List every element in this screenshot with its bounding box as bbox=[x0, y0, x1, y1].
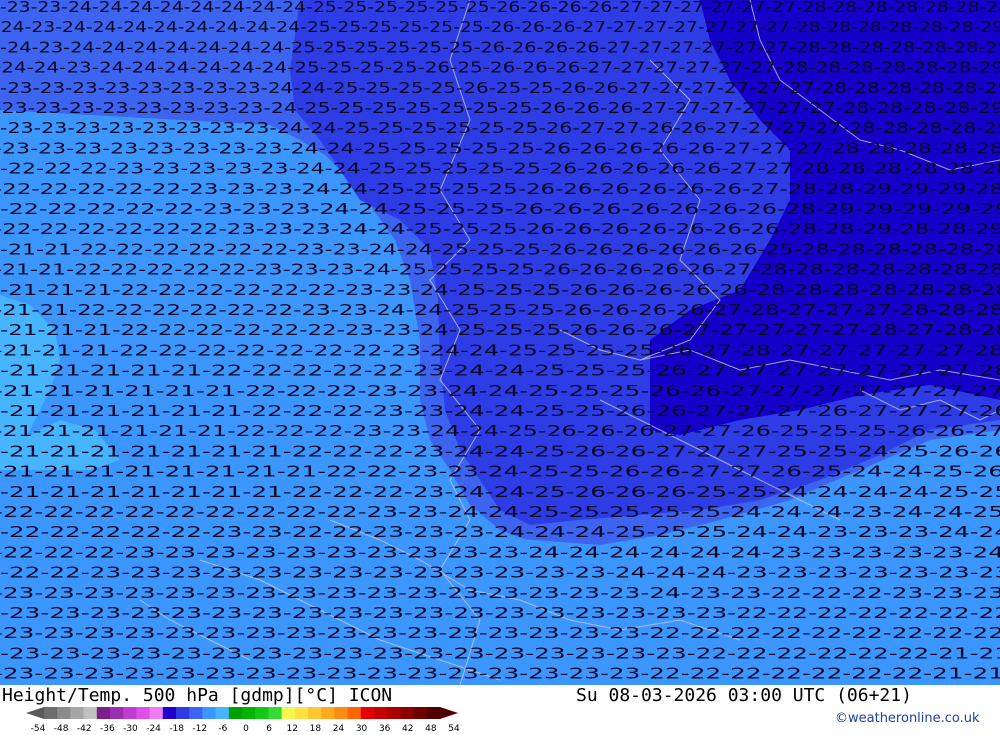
legend-swatch bbox=[228, 707, 243, 719]
contour-label-row: -22-22-22-22-22-23-23-22-22-23-23-23-24-… bbox=[0, 523, 1000, 541]
contour-label-row: -23-23-23-23-23-23-23-23-23-23-23-23-23-… bbox=[0, 644, 1000, 662]
contour-label-row: -21-21-21-21-21-21-22-22-22-23-23-24-24-… bbox=[0, 402, 1000, 420]
contour-label-row: -21-21-21-22-22-22-22-22-22-23-23-24-25-… bbox=[0, 281, 1000, 299]
weather-map: -23-23-24-24-24-24-24-24-24-24-25-25-25-… bbox=[0, 0, 1000, 685]
contour-label-row: -23-23-23-23-23-23-23-23-24-24-25-25-25-… bbox=[0, 79, 1000, 97]
legend-swatch bbox=[268, 707, 283, 719]
legend-swatch bbox=[334, 707, 349, 719]
legend-swatch bbox=[189, 707, 203, 719]
temperature-field-svg: -23-23-24-24-24-24-24-24-24-24-25-25-25-… bbox=[0, 0, 1000, 685]
legend-swatch bbox=[57, 707, 71, 719]
legend-swatch bbox=[136, 707, 151, 719]
legend-swatch bbox=[176, 707, 190, 719]
contour-label-row: -22-22-23-23-23-23-23-23-23-23-23-23-23-… bbox=[0, 564, 1000, 582]
contour-label-row: -23-23-23-23-23-23-23-23-23-23-23-23-23-… bbox=[0, 665, 1000, 683]
contour-label-row: -23-23-23-23-23-23-23-23-23-23-23-23-23-… bbox=[0, 624, 1000, 642]
contour-label-row: -22-22-22-22-22-23-23-23-24-24-25-25-25-… bbox=[0, 200, 1000, 218]
contour-label-row: -24-23-24-24-24-24-24-24-24-24-25-25-25-… bbox=[0, 18, 1000, 36]
legend-colorbar bbox=[26, 707, 458, 719]
contour-label-row: -23-23-24-24-24-24-24-24-24-24-25-25-25-… bbox=[0, 0, 1000, 16]
legend-swatch bbox=[374, 707, 388, 719]
contour-label-row: -23-23-23-23-23-23-23-23-23-23-23-23-23-… bbox=[0, 604, 1000, 622]
contour-label-row: -21-21-21-21-21-21-22-22-22-23-23-24-24-… bbox=[0, 382, 1000, 400]
contour-label-row: -21-21-21-21-21-21-22-22-22-23-23-24-24-… bbox=[0, 422, 1000, 440]
map-datetime: Su 08-03-2026 03:00 UTC (06+21) bbox=[576, 685, 912, 706]
contour-labels: -23-23-24-24-24-24-24-24-24-24-25-25-25-… bbox=[0, 0, 1000, 683]
contour-label-row: -21-21-22-22-22-22-22-22-23-23-24-24-25-… bbox=[0, 301, 1000, 319]
legend-arrow-right bbox=[440, 707, 458, 719]
contour-label-row: -21-21-22-22-22-22-22-23-23-23-24-25-25-… bbox=[0, 261, 1000, 279]
legend-swatch bbox=[308, 707, 322, 719]
legend-swatch bbox=[255, 707, 269, 719]
legend-swatch bbox=[96, 707, 111, 719]
contour-label-row: -23-23-23-23-23-23-23-23-24-24-25-25-25-… bbox=[0, 139, 1000, 157]
map-title: Height/Temp. 500 hPa [gdmp][°C] ICON bbox=[2, 685, 393, 706]
legend-swatch bbox=[70, 707, 85, 719]
color-legend: -54 -48 -42 -36 -30 -24 -18 -12 -6 0 6 12 18 24 30 36 42… bbox=[26, 707, 460, 734]
contour-label-row: -22-22-22-22-22-23-23-23-24-24-25-25-25-… bbox=[0, 180, 1000, 198]
footer-bar: Height/Temp. 500 hPa [gdmp][°C] ICON Su … bbox=[0, 685, 1000, 734]
contour-label-row: -22-22-22-22-22-22-23-23-23-24-24-25-25-… bbox=[0, 220, 1000, 238]
contour-label-row: -23-23-23-23-23-23-23-23-24-24-25-25-25-… bbox=[0, 119, 1000, 137]
legend-swatch bbox=[347, 707, 362, 719]
legend-swatch bbox=[400, 707, 415, 719]
legend-swatch bbox=[242, 707, 256, 719]
legend-swatch bbox=[387, 707, 401, 719]
contour-label-row: -21-21-21-22-22-22-22-22-22-22-23-24-24-… bbox=[0, 341, 1000, 359]
legend-swatch bbox=[426, 707, 441, 719]
legend-swatch bbox=[360, 707, 375, 719]
contour-label-row: -21-21-22-22-22-22-22-22-23-23-24-24-25-… bbox=[0, 240, 1000, 258]
legend-arrow-left bbox=[26, 707, 44, 719]
contour-label-row: -21-21-21-21-21-21-21-22-22-22-23-24-24-… bbox=[0, 483, 1000, 501]
legend-swatch bbox=[321, 707, 335, 719]
legend-swatch bbox=[44, 707, 58, 719]
contour-label-row: -24-23-24-24-24-24-24-24-24-25-25-25-25-… bbox=[0, 38, 1000, 56]
legend-swatch bbox=[83, 707, 98, 719]
legend-swatch bbox=[202, 707, 217, 719]
contour-label-row: -22-22-22-23-23-23-23-23-24-24-25-25-25-… bbox=[0, 160, 1000, 178]
legend-swatch bbox=[294, 707, 309, 719]
legend-swatch bbox=[123, 707, 137, 719]
contour-label-row: -24-24-23-24-24-24-24-24-24-25-25-25-25-… bbox=[0, 59, 1000, 77]
legend-swatch bbox=[281, 707, 296, 719]
legend-swatch bbox=[162, 707, 177, 719]
contour-label-row: -21-21-21-22-22-22-22-22-22-23-23-24-25-… bbox=[0, 321, 1000, 339]
contour-label-row: -22-22-22-22-22-22-22-22-22-23-23-24-24-… bbox=[0, 503, 1000, 521]
legend-swatch bbox=[149, 707, 164, 719]
contour-label-row: -23-23-23-23-23-23-23-23-23-23-23-23-23-… bbox=[0, 584, 1000, 602]
contour-label-row: -21-21-21-21-21-21-21-22-22-22-23-24-24-… bbox=[0, 442, 1000, 460]
contour-label-row: -22-22-22-23-23-23-23-23-23-23-23-23-23-… bbox=[0, 543, 1000, 561]
legend-swatch bbox=[215, 707, 230, 719]
credit-link[interactable]: ©weatheronline.co.uk bbox=[835, 711, 980, 726]
legend-swatch bbox=[413, 707, 428, 719]
contour-label-row: -21-21-21-21-21-21-21-21-22-22-23-23-24-… bbox=[0, 463, 1000, 481]
legend-swatch bbox=[110, 707, 124, 719]
contour-label-row: -21-21-21-21-21-22-22-22-22-22-23-24-24-… bbox=[0, 362, 1000, 380]
contour-label-row: -23-23-23-23-23-23-23-23-24-25-25-25-25-… bbox=[0, 99, 1000, 117]
